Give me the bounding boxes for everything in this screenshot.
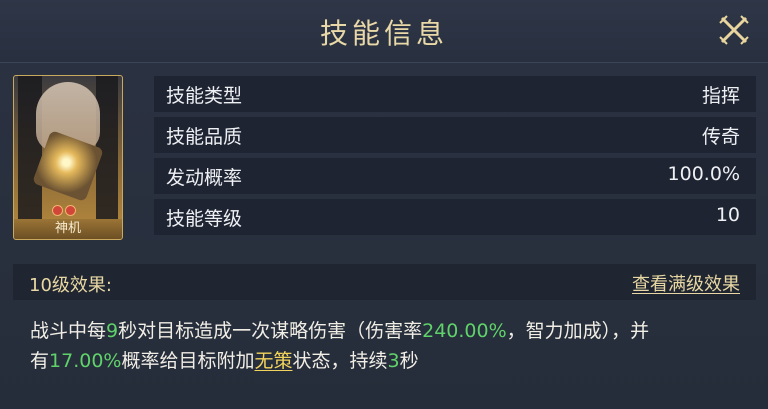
highlight-number: 240.00% (422, 320, 507, 342)
text: 秒 (399, 350, 419, 372)
effect-description: 战斗中每9秒对目标造成一次谋略伤害（伤害率240.00%，智力加成），并 有17… (30, 316, 750, 376)
highlight-number: 9 (106, 320, 119, 342)
view-max-level-effect-link[interactable]: 查看满级效果 (632, 270, 740, 296)
rank-gems (52, 201, 78, 220)
crossed-swords-close-icon (719, 15, 749, 45)
highlight-number: 3 (387, 350, 400, 372)
attribute-label: 技能等级 (166, 208, 243, 230)
effect-title: 10级效果: (29, 275, 112, 296)
attribute-value: 传奇 (701, 126, 740, 148)
attribute-label: 发动概率 (166, 167, 243, 189)
gem-icon (52, 205, 63, 216)
highlight-number: 17.00% (49, 350, 122, 372)
header-bar: 技能信息 (0, 0, 768, 63)
skill-card-name: 神机 (14, 219, 122, 239)
attribute-value: 10 (715, 204, 740, 226)
attribute-row-probability: 发动概率 100.0% (154, 158, 756, 194)
card-art-hair-left (18, 76, 42, 226)
attribute-row-level: 技能等级 10 (154, 199, 756, 235)
attribute-label: 技能类型 (166, 85, 243, 107)
attribute-label: 技能品质 (166, 126, 243, 148)
text: 秒对目标造成一次谋略伤害（伤害率 (118, 320, 423, 342)
text: 状态，持续 (292, 350, 388, 372)
attribute-value: 指挥 (701, 85, 740, 107)
attribute-value: 100.0% (667, 163, 740, 185)
page-title: 技能信息 (319, 17, 448, 50)
status-keyword-link[interactable]: 无策 (254, 350, 292, 372)
text: 概率给目标附加 (121, 350, 255, 372)
attribute-row-type: 技能类型 指挥 (154, 76, 756, 112)
text: 战斗中每 (30, 320, 107, 342)
text: 有 (30, 350, 50, 372)
close-button[interactable] (718, 14, 750, 46)
text: ，智力加成），并 (506, 320, 650, 342)
effect-header: 10级效果: 查看满级效果 (13, 264, 756, 300)
effect-line-1: 战斗中每9秒对目标造成一次谋略伤害（伤害率240.00%，智力加成），并 (30, 316, 750, 346)
skill-info-panel: 技能信息 神机 技能类型 指挥 技能品质 传奇 发动概率 100.0% 技能等级… (0, 0, 768, 409)
skill-card: 神机 (13, 75, 123, 240)
skill-attributes: 技能类型 指挥 技能品质 传奇 发动概率 100.0% 技能等级 10 (154, 76, 756, 240)
effect-line-2: 有17.00%概率给目标附加无策状态，持续3秒 (30, 346, 750, 376)
attribute-row-quality: 技能品质 传奇 (154, 117, 756, 153)
gem-icon (65, 205, 76, 216)
